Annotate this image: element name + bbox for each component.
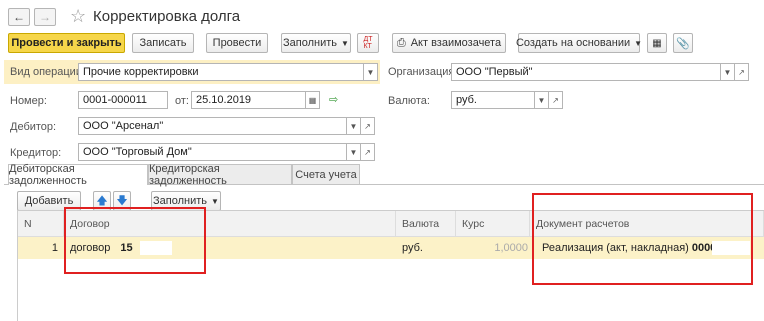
annotation-box-settlement-doc — [532, 193, 753, 285]
currency-field[interactable]: руб. — [451, 91, 535, 109]
tab-payables[interactable]: Кредиторская задолженность — [148, 163, 292, 187]
organization-label: Организация: — [388, 66, 458, 78]
row-currency: руб. — [402, 242, 423, 254]
arrow-right-icon: → — [39, 10, 51, 24]
column-header-currency[interactable]: Валюта — [396, 211, 456, 237]
operation-type-field[interactable]: Прочие корректировки — [78, 63, 364, 81]
operation-label: Вид операции: — [10, 66, 86, 78]
tab-accounts[interactable]: Счета учета — [292, 164, 360, 184]
date-field[interactable]: 25.10.2019 — [191, 91, 306, 109]
currency-dropdown-icon[interactable]: ▼ — [534, 91, 549, 109]
annotation-box-contract — [64, 207, 206, 274]
column-header-n[interactable]: N — [18, 211, 64, 237]
save-button[interactable]: Записать — [132, 33, 194, 53]
creditor-label: Кредитор: — [10, 147, 62, 159]
calendar-icon[interactable]: ▦ — [305, 91, 320, 109]
window-title: Корректировка долга — [93, 8, 241, 25]
organization-open-icon[interactable]: ↗ — [734, 63, 749, 81]
number-label: Номер: — [10, 95, 47, 107]
operation-dropdown-icon[interactable]: ▼ — [363, 63, 378, 81]
reconciliation-act-button[interactable]: ⎙ Акт взаимозачета — [392, 33, 506, 53]
creditor-open-icon[interactable]: ↗ — [360, 143, 375, 161]
fill-label: Заполнить — [283, 37, 338, 49]
chevron-down-icon: ▼ — [211, 196, 219, 206]
debtor-dropdown-icon[interactable]: ▼ — [346, 117, 361, 135]
create-based-on-button[interactable]: Создать на основании ▼ — [515, 33, 643, 53]
attachment-icon[interactable]: 📎 — [673, 33, 693, 53]
currency-open-icon[interactable]: ↗ — [548, 91, 563, 109]
number-settings-icon[interactable]: ⇨ — [329, 93, 338, 106]
number-field[interactable]: 0001-000011 — [78, 91, 168, 109]
creditor-field[interactable]: ООО "Торговый Дом" — [78, 143, 347, 161]
post-and-close-button[interactable]: Провести и закрыть — [8, 33, 125, 53]
report-icon[interactable]: ▦ — [647, 33, 667, 53]
row-rate: 1,0000 — [494, 242, 528, 254]
table-fill-label: Заполнить — [153, 195, 208, 207]
debtor-label: Дебитор: — [10, 121, 57, 133]
reconciliation-label: Акт взаимозачета — [410, 37, 502, 49]
debtor-field[interactable]: ООО "Арсенал" — [78, 117, 347, 135]
dt-kt-button[interactable]: ДТ КТ — [357, 33, 379, 53]
chevron-down-icon: ▼ — [341, 38, 349, 48]
chevron-down-icon: ▼ — [634, 38, 643, 48]
currency-label: Валюта: — [388, 95, 430, 107]
organization-field[interactable]: ООО "Первый" — [451, 63, 721, 81]
column-header-rate[interactable]: Курс — [456, 211, 530, 237]
organization-dropdown-icon[interactable]: ▼ — [720, 63, 735, 81]
forward-button[interactable]: → — [34, 8, 56, 26]
row-number: 1 — [51, 242, 58, 254]
arrow-left-icon: ← — [13, 10, 25, 24]
back-button[interactable]: ← — [8, 8, 30, 26]
tab-receivables[interactable]: Дебиторская задолженность — [8, 163, 148, 187]
debtor-open-icon[interactable]: ↗ — [360, 117, 375, 135]
date-from-label: от: — [175, 95, 189, 107]
printer-icon: ⎙ — [396, 36, 406, 49]
post-button[interactable]: Провести — [206, 33, 268, 53]
dt-kt-icon: ДТ КТ — [363, 36, 373, 50]
fill-dropdown-button[interactable]: Заполнить ▼ — [281, 33, 351, 53]
star-icon[interactable]: ☆ — [70, 6, 86, 27]
creditor-dropdown-icon[interactable]: ▼ — [346, 143, 361, 161]
create-based-label: Создать на основании — [515, 37, 631, 49]
